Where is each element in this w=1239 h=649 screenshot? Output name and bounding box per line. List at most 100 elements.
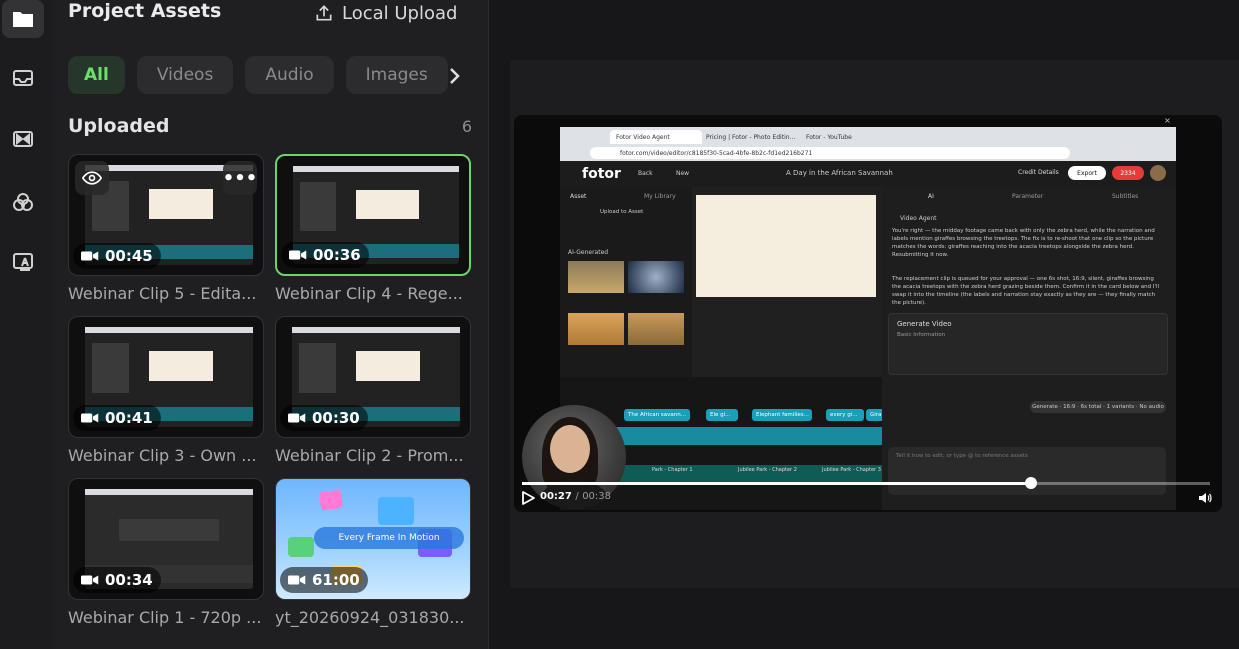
filter-images[interactable]: Images <box>345 56 448 94</box>
asset-card[interactable]: Every Frame In Motion 61:00 yt_20260924_… <box>275 478 471 627</box>
progress-knob[interactable] <box>1025 477 1038 489</box>
asset-thumbnail[interactable]: 00:34 <box>68 478 264 600</box>
video-camera-icon <box>288 413 306 423</box>
recorded-library-tab: My Library <box>644 193 676 200</box>
effects-icon[interactable] <box>2 183 44 221</box>
duration-badge: 00:30 <box>280 405 368 431</box>
agent-tab: Subtitles <box>1112 193 1139 200</box>
screen-recording: Fotor Video Agent Pricing | Fotor - Phot… <box>560 127 1176 510</box>
timeline-clip: Ele gi... <box>706 409 738 421</box>
video-camera-icon <box>81 575 99 585</box>
time-separator: / <box>575 491 579 502</box>
agent-message: You're right — the midday footage came b… <box>892 228 1155 258</box>
filter-tabs: All Videos Audio Images <box>68 56 448 94</box>
asset-name: Webinar Clip 5 - Edita... <box>68 284 257 303</box>
video-camera-icon <box>81 413 99 423</box>
filter-all[interactable]: All <box>68 56 125 94</box>
asset-thumbnail[interactable]: 00:30 <box>275 316 471 438</box>
promo-text: Every Frame In Motion <box>314 527 464 549</box>
video-player[interactable]: Fotor Video Agent Pricing | Fotor - Phot… <box>514 115 1222 512</box>
app-header: fotor Back New A Day in the African Sava… <box>560 161 1176 187</box>
recorded-asset-column: Asset My Library Upload to Asset AI-Gene… <box>560 187 692 377</box>
asset-thumbnail[interactable]: ••• 00:45 <box>68 154 264 276</box>
asset-name: Webinar Clip 3 - Own ... <box>68 446 257 465</box>
timeline-clip: The African savann... <box>624 409 690 421</box>
agent-label: Video Agent <box>900 215 937 222</box>
current-time: 00:27 <box>540 491 572 502</box>
asset-card[interactable]: 00:34 Webinar Clip 1 - 720p ... <box>68 478 264 627</box>
new-button: New <box>676 170 690 177</box>
duration-badge: 00:36 <box>281 242 369 268</box>
credit-details: Credit Details <box>1018 169 1059 176</box>
inbox-icon[interactable] <box>2 59 44 97</box>
ai-tile <box>628 313 684 345</box>
document-title: A Day in the African Savannah <box>786 169 893 177</box>
close-icon[interactable]: × <box>1164 116 1171 125</box>
video-track <box>612 427 882 445</box>
generate-title: Generate Video <box>897 320 952 328</box>
duration-text: 00:41 <box>105 409 153 427</box>
play-icon[interactable] <box>520 490 536 506</box>
more-options-icon[interactable]: ••• <box>223 161 257 195</box>
asset-card[interactable]: 00:36 Webinar Clip 4 - Rege... <box>275 154 471 303</box>
duration-text: 00:36 <box>313 246 361 264</box>
local-upload-button[interactable]: Local Upload <box>314 0 457 26</box>
browser-tab: Pricing | Fotor - Photo Editin... <box>706 133 796 141</box>
asset-card[interactable]: 00:41 Webinar Clip 3 - Own ... <box>68 316 264 465</box>
fotor-logo: fotor <box>582 166 621 182</box>
asset-card[interactable]: 00:30 Webinar Clip 2 - Prom... <box>275 316 471 465</box>
ai-tile <box>568 313 624 345</box>
agent-tab: Parameter <box>1012 193 1044 200</box>
ai-tile <box>568 261 624 293</box>
asset-name: Webinar Clip 4 - Rege... <box>275 284 463 303</box>
asset-thumbnail[interactable]: Every Frame In Motion 61:00 <box>275 478 471 600</box>
ai-tile <box>628 261 684 293</box>
asset-thumbnail[interactable]: 00:36 <box>275 154 471 276</box>
recorded-agent-panel: AI Parameter Subtitles Video Agent You'r… <box>882 187 1176 510</box>
export-button: Export <box>1068 166 1106 180</box>
text-image-icon[interactable] <box>2 243 44 281</box>
timeline-clip: every gi... <box>826 409 864 421</box>
time-display: 00:27 / 00:38 <box>540 491 611 502</box>
asset-name: yt_20260924_031830... <box>275 608 465 627</box>
asset-count: 6 <box>461 117 472 136</box>
folder-icon[interactable] <box>2 0 44 38</box>
video-camera-icon <box>81 251 99 261</box>
generate-subtitle: Basic Information <box>897 332 946 338</box>
section-title: Uploaded <box>68 115 170 137</box>
volume-icon[interactable] <box>1197 490 1213 506</box>
total-time: 00:38 <box>582 491 612 502</box>
asset-card[interactable]: ••• 00:45 Webinar Clip 5 - Edita... <box>68 154 264 303</box>
upload-label: Local Upload <box>342 2 458 24</box>
video-camera-icon <box>288 575 306 585</box>
chevron-right-icon[interactable] <box>442 64 466 88</box>
progress-fill <box>522 482 1032 485</box>
duration-badge: 00:34 <box>73 567 161 593</box>
duration-badge: 61:00 <box>280 567 368 593</box>
chapter-label: Park - Chapter 1 <box>652 467 693 473</box>
browser-tab: Fotor Video Agent <box>610 130 702 144</box>
duration-text: 00:30 <box>312 409 360 427</box>
agent-tab: AI <box>928 193 934 200</box>
asset-name: Webinar Clip 2 - Prom... <box>275 446 464 465</box>
filter-videos[interactable]: Videos <box>136 56 234 94</box>
project-assets-panel: Project Assets Local Upload All Videos A… <box>52 0 489 649</box>
avatar <box>1150 165 1166 181</box>
duration-badge: 00:41 <box>73 405 161 431</box>
upload-to-asset: Upload to Asset <box>600 209 644 215</box>
credits-badge: 2334 <box>1112 166 1144 180</box>
transition-icon[interactable] <box>2 120 44 158</box>
progress-bar[interactable] <box>522 477 1210 489</box>
agent-input-placeholder: Tell it how to edit, or type @ to refere… <box>896 453 1028 459</box>
filter-audio[interactable]: Audio <box>245 56 334 94</box>
duration-text: 00:45 <box>105 247 153 265</box>
video-camera-icon <box>289 250 307 260</box>
eye-icon[interactable] <box>75 161 109 195</box>
agent-message: The replacement clip is queued for your … <box>892 276 1160 306</box>
generate-video-card: Generate Video Basic Information <box>888 313 1168 375</box>
duration-text: 00:34 <box>105 571 153 589</box>
duration-badge: 00:45 <box>73 243 161 269</box>
browser-tab: Fotor - YouTube <box>806 133 852 141</box>
asset-thumbnail[interactable]: 00:41 <box>68 316 264 438</box>
upload-icon <box>316 5 332 21</box>
